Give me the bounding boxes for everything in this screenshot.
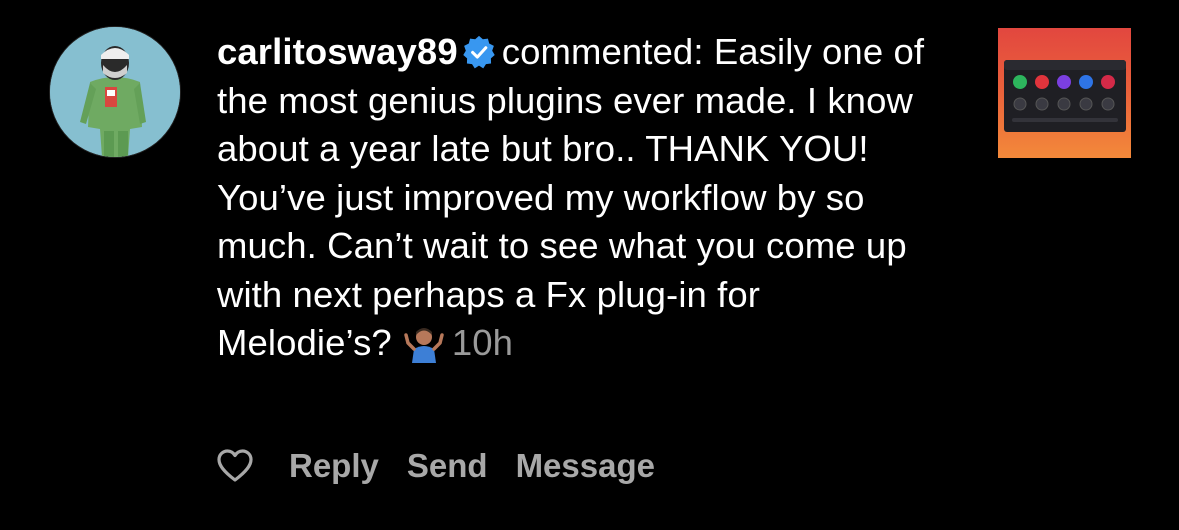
- avatar-image: [50, 27, 180, 157]
- reply-button[interactable]: Reply: [289, 447, 379, 485]
- post-thumbnail[interactable]: [998, 28, 1131, 158]
- comment-action-text: commented:: [501, 31, 704, 72]
- message-button[interactable]: Message: [516, 447, 655, 485]
- verified-badge-icon: [463, 35, 495, 69]
- send-button[interactable]: Send: [407, 447, 488, 485]
- comment-body: Easily one of the most genius plugins ev…: [217, 31, 925, 363]
- comment-text-block: carlitosway89 commented: Easily one of t…: [217, 28, 937, 368]
- comment-actions: Reply Send Message: [217, 444, 683, 488]
- plugin-screenshot-image: [1004, 60, 1126, 132]
- heart-icon[interactable]: [217, 449, 253, 483]
- comment-timestamp: 10h: [451, 322, 514, 363]
- username[interactable]: carlitosway89: [217, 31, 458, 72]
- shrug-emoji-icon: [404, 328, 444, 363]
- avatar[interactable]: [50, 27, 180, 157]
